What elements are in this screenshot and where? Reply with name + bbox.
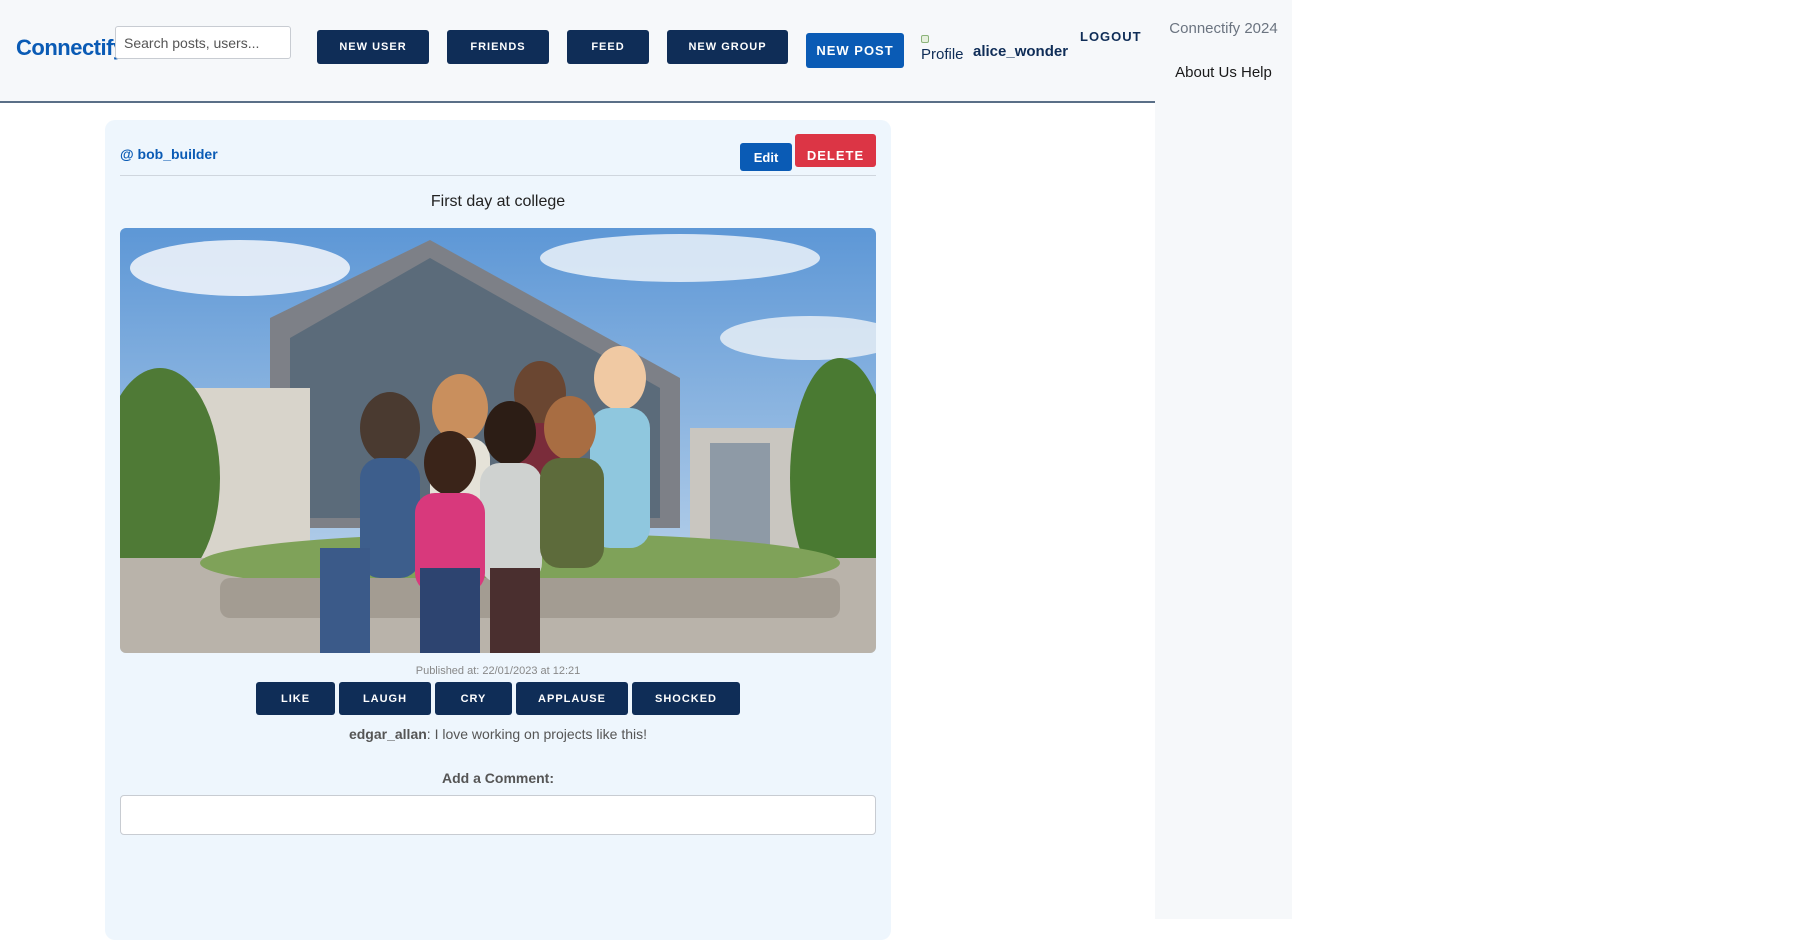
cry-reaction-button[interactable]: CRY	[435, 682, 512, 715]
current-username[interactable]: alice_wonder	[973, 43, 1068, 60]
logout-button[interactable]: LOGOUT	[1080, 29, 1142, 44]
delete-post-button[interactable]: DELETE	[795, 134, 876, 167]
add-comment-label: Add a Comment:	[442, 770, 554, 786]
published-timestamp: Published at: 22/01/2023 at 12:21	[415, 665, 581, 677]
feed-button[interactable]: FEED	[567, 30, 649, 64]
shocked-reaction-button[interactable]: SHOCKED	[632, 682, 740, 715]
new-user-button[interactable]: NEW USER	[317, 30, 429, 64]
post-image	[120, 228, 876, 653]
laugh-reaction-button[interactable]: LAUGH	[339, 682, 431, 715]
comment-text: : I love working on projects like this!	[426, 726, 648, 742]
new-group-button[interactable]: NEW GROUP	[667, 30, 788, 64]
profile-avatar[interactable]: Profile	[921, 31, 967, 75]
search-input[interactable]	[115, 26, 291, 59]
broken-image-icon	[921, 35, 929, 43]
applause-reaction-button[interactable]: APPLAUSE	[516, 682, 628, 715]
post-card: @ bob_builder Edit DELETE First day at c…	[105, 120, 891, 940]
header-divider	[120, 175, 876, 176]
profile-alt-text: Profile	[921, 46, 964, 63]
friends-button[interactable]: FRIENDS	[447, 30, 549, 64]
post-title: First day at college	[430, 193, 566, 210]
brand-logo[interactable]: Connectify	[16, 35, 125, 61]
comment-input[interactable]	[120, 795, 876, 835]
side-footer: Connectify 2024 About Us Help	[1155, 0, 1292, 919]
comment-author[interactable]: edgar_allan	[349, 726, 427, 742]
footer-links[interactable]: About Us Help	[1155, 64, 1292, 81]
top-navbar: Connectify NEW USER FRIENDS FEED NEW GRO…	[0, 0, 1155, 103]
post-author-link[interactable]: @ bob_builder	[120, 146, 218, 162]
like-reaction-button[interactable]: LIKE	[256, 682, 335, 715]
footer-copyright: Connectify 2024	[1169, 20, 1278, 37]
edit-post-button[interactable]: Edit	[740, 143, 792, 171]
new-post-button[interactable]: NEW POST	[806, 33, 904, 68]
comment-item: edgar_allan: I love working on projects …	[105, 726, 891, 742]
